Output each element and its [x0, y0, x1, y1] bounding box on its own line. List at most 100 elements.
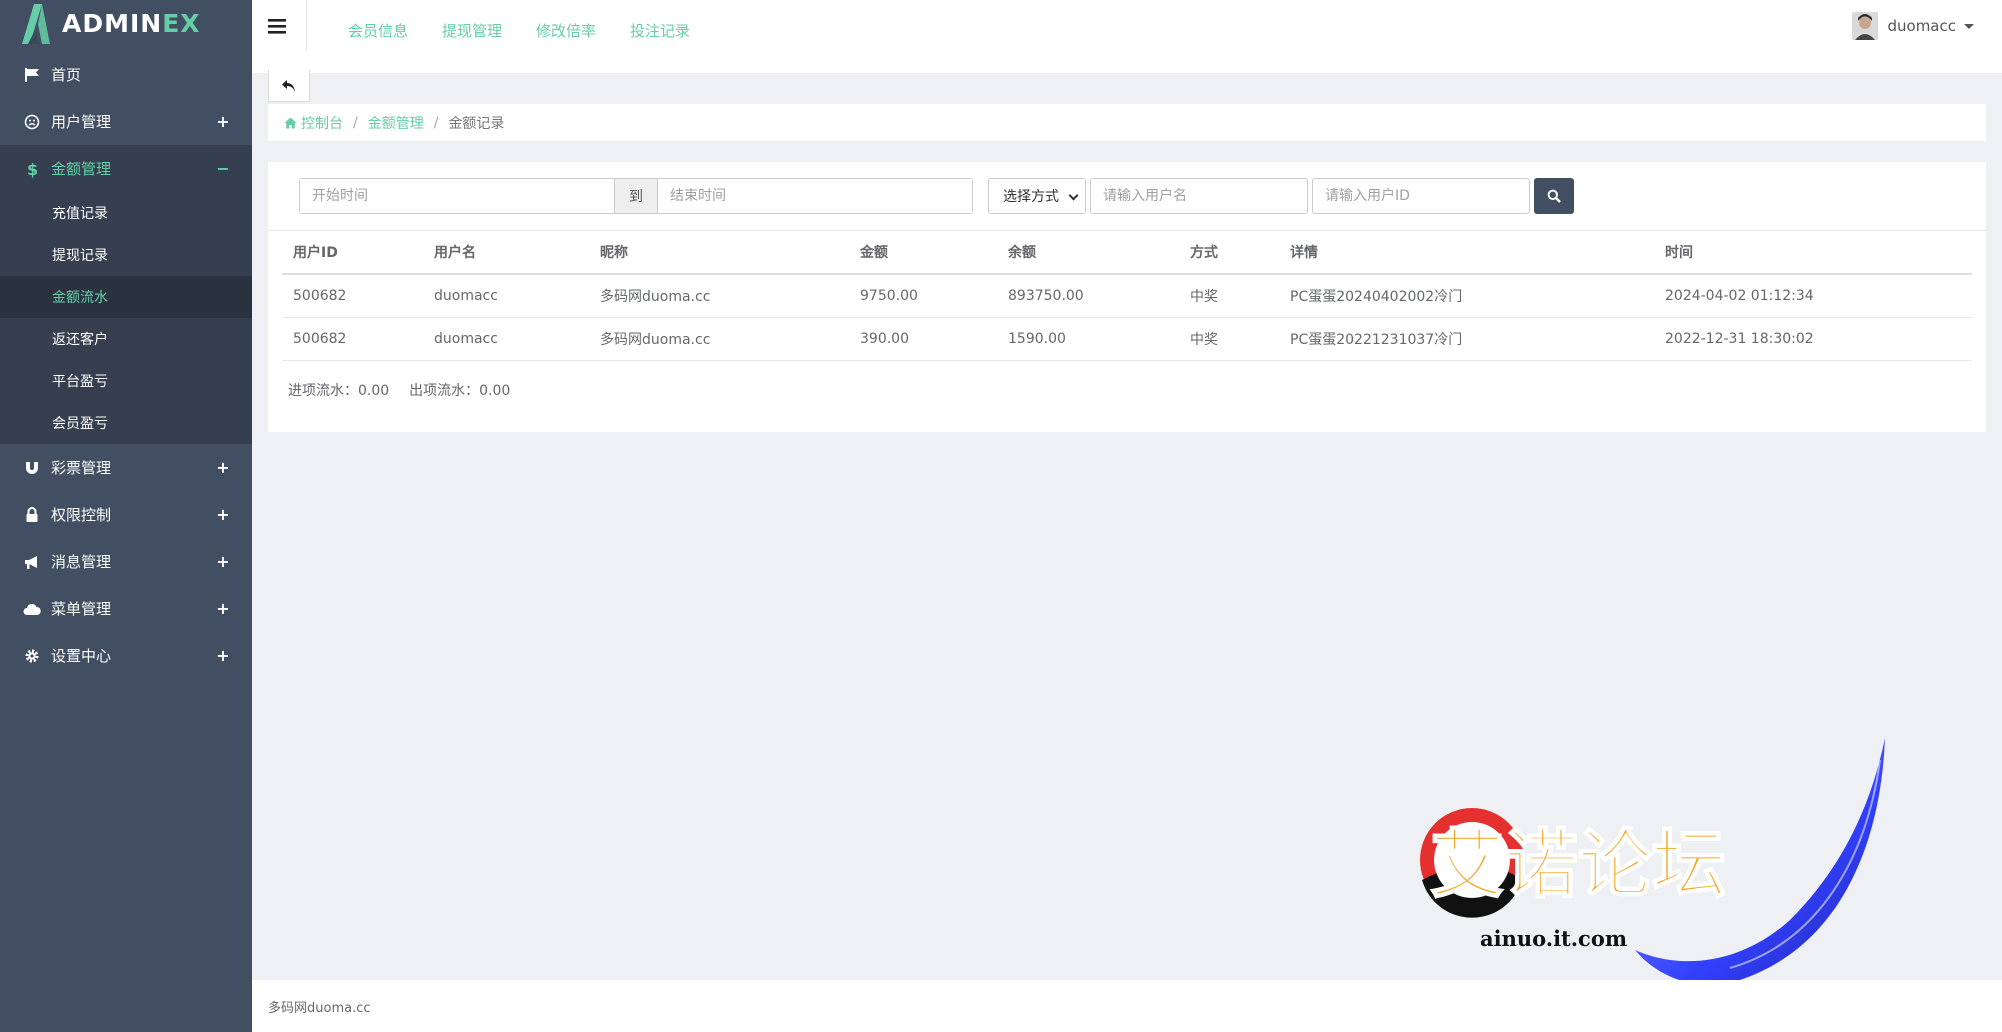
dollar-icon: $: [22, 159, 42, 179]
watermark-url: ainuo.it.com: [1480, 926, 1628, 951]
cell-username: duomacc: [423, 274, 589, 318]
userid-input[interactable]: [1312, 178, 1530, 214]
column-header: 用户名: [423, 230, 589, 275]
user-icon: [22, 112, 42, 132]
cell-amount: 9750.00: [849, 274, 997, 318]
logo-text: ADMINEX: [62, 9, 201, 38]
end-time-input[interactable]: [657, 178, 973, 214]
sidebar-item-label: 彩票管理: [51, 459, 112, 477]
start-time-input[interactable]: [299, 178, 615, 214]
expand-icon: +: [216, 599, 230, 618]
sidebar-menu: 首页 用户管理 + $ 金额管理 −: [0, 51, 252, 192]
chevron-down-icon: [1068, 190, 1079, 201]
expand-icon: +: [216, 646, 230, 665]
breadcrumb-separator: /: [433, 114, 439, 131]
user-name: duomacc: [1887, 17, 1956, 35]
sidebar-item-users[interactable]: 用户管理 +: [0, 98, 252, 145]
cell-amount: 390.00: [849, 317, 997, 361]
cell-user-id: 500682: [282, 274, 423, 318]
cell-nickname: 多码网duoma.cc: [589, 317, 849, 361]
avatar: [1852, 12, 1879, 40]
table-row: 500682 duomacc 多码网duoma.cc 390.00 1590.0…: [282, 317, 1972, 361]
cell-username: duomacc: [423, 317, 589, 361]
expand-icon: +: [216, 458, 230, 477]
watermark-title: 艾诺论坛: [1430, 822, 1726, 908]
gear-icon: [22, 646, 42, 666]
column-header: 用户ID: [282, 230, 423, 275]
bullhorn-icon: [22, 552, 42, 572]
submenu-item-member-pnl[interactable]: 会员盈亏: [0, 402, 252, 444]
magnet-icon: [22, 458, 42, 478]
app-logo[interactable]: ADMINEX: [0, 0, 252, 46]
top-bar: 会员信息 提现管理 修改倍率 投注记录 duomacc: [252, 0, 2002, 73]
breadcrumb: 控制台 / 金额管理 / 金额记录: [268, 104, 1986, 141]
footer-text: 多码网duoma.cc: [268, 1000, 371, 1016]
sidebar-item-label: 菜单管理: [51, 600, 112, 618]
sidebar-item-label: 权限控制: [51, 506, 112, 524]
expand-icon: +: [216, 552, 230, 571]
user-menu[interactable]: duomacc: [1852, 12, 1974, 40]
breadcrumb-current: 金额记录: [448, 115, 505, 132]
back-button[interactable]: [268, 70, 310, 102]
search-icon: [1547, 189, 1561, 203]
cell-mode: 中奖: [1179, 317, 1279, 361]
sidebar-item-label: 用户管理: [51, 113, 112, 131]
table-header-row: 用户ID 用户名 昵称 金额 余额 方式 详情 时间: [282, 230, 1972, 275]
top-nav-member-info[interactable]: 会员信息: [348, 20, 408, 41]
submenu-item-platform-pnl[interactable]: 平台盈亏: [0, 360, 252, 402]
breadcrumb-separator: /: [353, 114, 358, 131]
cell-detail: PC蛋蛋20221231037冷门: [1279, 317, 1654, 361]
expand-icon: +: [216, 112, 230, 131]
records-panel: 到 选择方式 用户ID 用户名 昵称 金额 余额 方式 详情 时间: [268, 162, 1986, 432]
logo-accent: EX: [162, 8, 201, 38]
hamburger-menu-icon[interactable]: [268, 16, 288, 36]
sidebar-item-menus[interactable]: 菜单管理 +: [0, 585, 252, 632]
sidebar-item-messages[interactable]: 消息管理 +: [0, 538, 252, 585]
finance-submenu: 充值记录 提现记录 金额流水 返还客户 平台盈亏 会员盈亏: [0, 192, 252, 444]
reply-arrow-icon: [282, 79, 295, 92]
cell-user-id: 500682: [282, 317, 423, 361]
sidebar-item-label: 消息管理: [51, 553, 112, 571]
expand-icon: +: [216, 505, 230, 524]
column-header: 方式: [1179, 230, 1279, 275]
breadcrumb-home[interactable]: 控制台: [284, 113, 343, 133]
cell-time: 2024-04-02 01:12:34: [1654, 274, 1972, 318]
flag-icon: [22, 65, 42, 85]
breadcrumb-parent[interactable]: 金额管理: [368, 113, 424, 133]
sidebar-item-label: 金额管理: [51, 160, 112, 178]
top-nav: 会员信息 提现管理 修改倍率 投注记录: [348, 20, 690, 41]
sidebar-item-permissions[interactable]: 权限控制 +: [0, 491, 252, 538]
cloud-icon: [22, 599, 42, 619]
submenu-item-flow[interactable]: 金额流水: [0, 276, 252, 318]
filter-bar: 到 选择方式: [299, 178, 1574, 214]
sidebar-item-settings[interactable]: 设置中心 +: [0, 632, 252, 679]
column-header: 余额: [997, 230, 1179, 275]
sidebar-item-home[interactable]: 首页: [0, 51, 252, 98]
cell-mode: 中奖: [1179, 274, 1279, 318]
collapse-icon: −: [216, 159, 230, 178]
submenu-item-withdraw[interactable]: 提现记录: [0, 234, 252, 276]
watermark-logo: 艾诺论坛: [1420, 738, 1885, 985]
lock-icon: [22, 505, 42, 525]
sidebar-item-finance[interactable]: $ 金额管理 −: [0, 145, 252, 192]
date-range-separator: 到: [615, 178, 657, 214]
submenu-item-recharge[interactable]: 充值记录: [0, 192, 252, 234]
top-nav-withdraw[interactable]: 提现管理: [442, 20, 502, 41]
cell-time: 2022-12-31 18:30:02: [1654, 317, 1972, 361]
mode-select[interactable]: 选择方式: [988, 178, 1086, 214]
username-input[interactable]: [1090, 178, 1308, 214]
cell-nickname: 多码网duoma.cc: [589, 274, 849, 318]
sidebar-item-label: 首页: [51, 66, 82, 84]
top-nav-rate[interactable]: 修改倍率: [536, 20, 596, 41]
submenu-item-refund[interactable]: 返还客户: [0, 318, 252, 360]
flow-summary: 进项流水：0.00 出项流水：0.00: [288, 380, 510, 400]
home-icon: [284, 117, 297, 128]
outgo-flow: 出项流水：0.00: [409, 383, 511, 399]
search-button[interactable]: [1534, 178, 1574, 214]
topbar-divider: [306, 0, 307, 50]
logo-mark-icon: [22, 4, 50, 44]
breadcrumb-home-label: 控制台: [301, 115, 343, 132]
sidebar-item-lottery[interactable]: 彩票管理 +: [0, 444, 252, 491]
column-header: 昵称: [589, 230, 849, 275]
top-nav-bets[interactable]: 投注记录: [630, 20, 690, 41]
